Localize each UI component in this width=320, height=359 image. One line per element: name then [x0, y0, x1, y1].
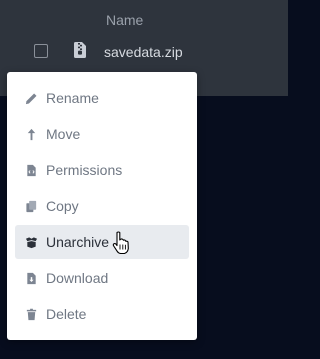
file-code-icon	[24, 163, 38, 177]
menu-item-label: Download	[46, 270, 109, 286]
menu-item-label: Unarchive	[46, 234, 110, 250]
file-row[interactable]: savedata.zip	[0, 36, 288, 70]
menu-item-permissions[interactable]: Permissions	[15, 153, 189, 187]
context-menu-list: Rename Move Permissions Copy Unarchive D…	[7, 72, 197, 331]
menu-item-unarchive[interactable]: Unarchive	[15, 225, 189, 259]
menu-item-label: Copy	[46, 198, 79, 214]
copy-icon	[24, 199, 38, 213]
arrow-up-icon	[24, 127, 38, 141]
file-download-icon	[24, 271, 38, 285]
menu-item-label: Rename	[46, 90, 99, 106]
menu-item-delete[interactable]: Delete	[15, 297, 189, 331]
context-menu: Rename Move Permissions Copy Unarchive D…	[7, 72, 197, 340]
menu-item-label: Delete	[46, 306, 87, 322]
menu-item-label: Move	[46, 126, 81, 142]
column-header-name[interactable]: Name	[106, 12, 143, 28]
trash-icon	[24, 307, 38, 321]
menu-item-download[interactable]: Download	[15, 261, 189, 295]
file-zip-icon	[74, 42, 86, 58]
row-checkbox[interactable]	[34, 44, 48, 58]
menu-item-label: Permissions	[46, 162, 123, 178]
menu-item-rename[interactable]: Rename	[15, 81, 189, 115]
pencil-icon	[24, 91, 38, 105]
box-open-icon	[24, 235, 38, 249]
menu-item-copy[interactable]: Copy	[15, 189, 189, 223]
file-name[interactable]: savedata.zip	[104, 44, 183, 60]
menu-item-move[interactable]: Move	[15, 117, 189, 151]
